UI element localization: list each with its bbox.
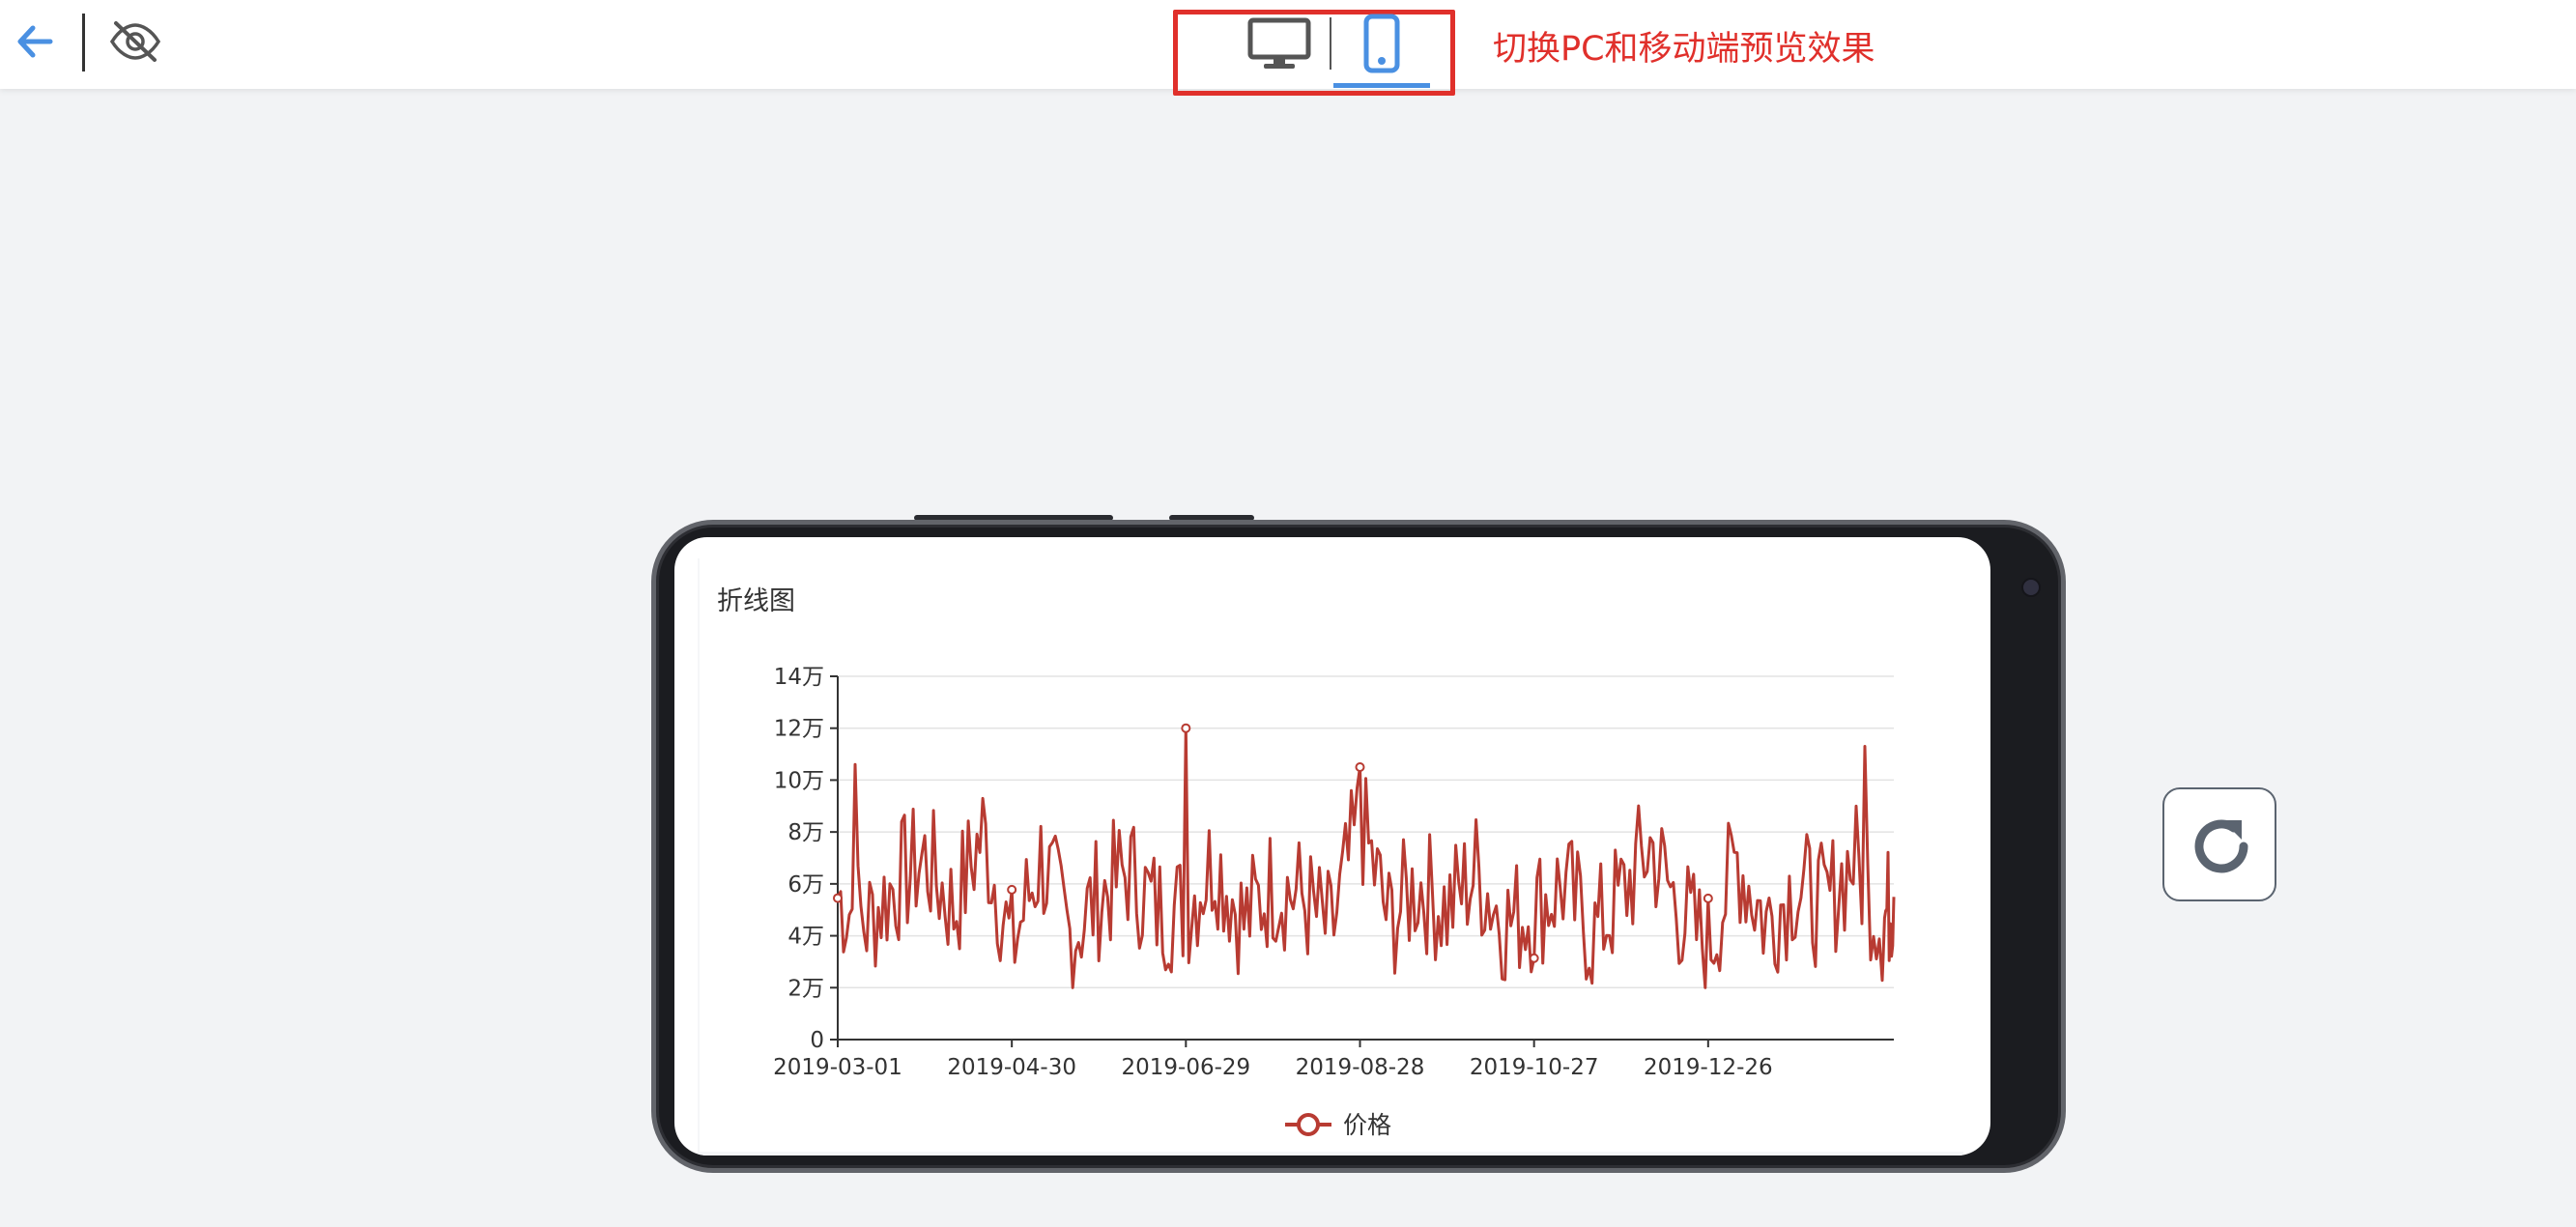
back-button[interactable] — [12, 17, 60, 66]
y-tick-label: 4万 — [787, 925, 824, 950]
x-tick-label: 2019-10-27 — [1470, 1055, 1599, 1080]
series-point — [1007, 884, 1017, 895]
series-point — [1703, 893, 1713, 903]
x-tick-label: 2019-04-30 — [947, 1055, 1076, 1080]
y-tick-label: 0 — [810, 1028, 824, 1053]
rotate-button[interactable] — [2162, 787, 2276, 901]
monitor-icon — [1247, 17, 1311, 69]
legend-marker — [1297, 1113, 1320, 1136]
series-point — [1355, 762, 1365, 772]
y-tick-label: 10万 — [774, 768, 824, 793]
mobile-preview-button[interactable] — [1359, 14, 1405, 73]
switch-divider — [1330, 17, 1331, 70]
series-point — [1529, 953, 1539, 963]
x-tick-label: 2019-08-28 — [1296, 1055, 1425, 1080]
y-tick-label: 14万 — [774, 665, 824, 690]
rotate-cw-icon — [2194, 819, 2248, 873]
eye-off-icon — [109, 21, 161, 62]
legend-label: 价格 — [1343, 1111, 1391, 1139]
series-line — [836, 727, 1896, 989]
toggle-visibility-button[interactable] — [108, 17, 162, 66]
y-tick-label: 8万 — [787, 820, 824, 845]
camera-icon — [2021, 578, 2041, 597]
y-tick-label: 6万 — [787, 872, 824, 898]
smartphone-icon — [1363, 14, 1400, 73]
card-title: 折线图 — [717, 586, 795, 616]
x-tick-label: 2019-12-26 — [1644, 1055, 1773, 1080]
x-tick-label: 2019-06-29 — [1121, 1055, 1250, 1080]
top-toolbar: 切换PC和移动端预览效果 — [0, 0, 2576, 96]
x-tick-label: 2019-03-01 — [773, 1055, 902, 1080]
active-mode-indicator — [1333, 83, 1430, 88]
device-switch-annotation: 切换PC和移动端预览效果 — [1493, 30, 1875, 69]
y-tick-label: 2万 — [787, 976, 824, 1001]
pc-preview-button[interactable] — [1246, 17, 1312, 71]
toolbar-divider — [82, 14, 85, 71]
series-point — [833, 893, 843, 903]
arrow-left-icon — [17, 25, 53, 58]
line-chart: 0 2万 4万 6万 8万 10万 12万 14万 2019-03-01 2019-04-30 20… — [773, 665, 1896, 1139]
series-point — [1181, 723, 1191, 733]
y-tick-label: 12万 — [774, 717, 824, 742]
